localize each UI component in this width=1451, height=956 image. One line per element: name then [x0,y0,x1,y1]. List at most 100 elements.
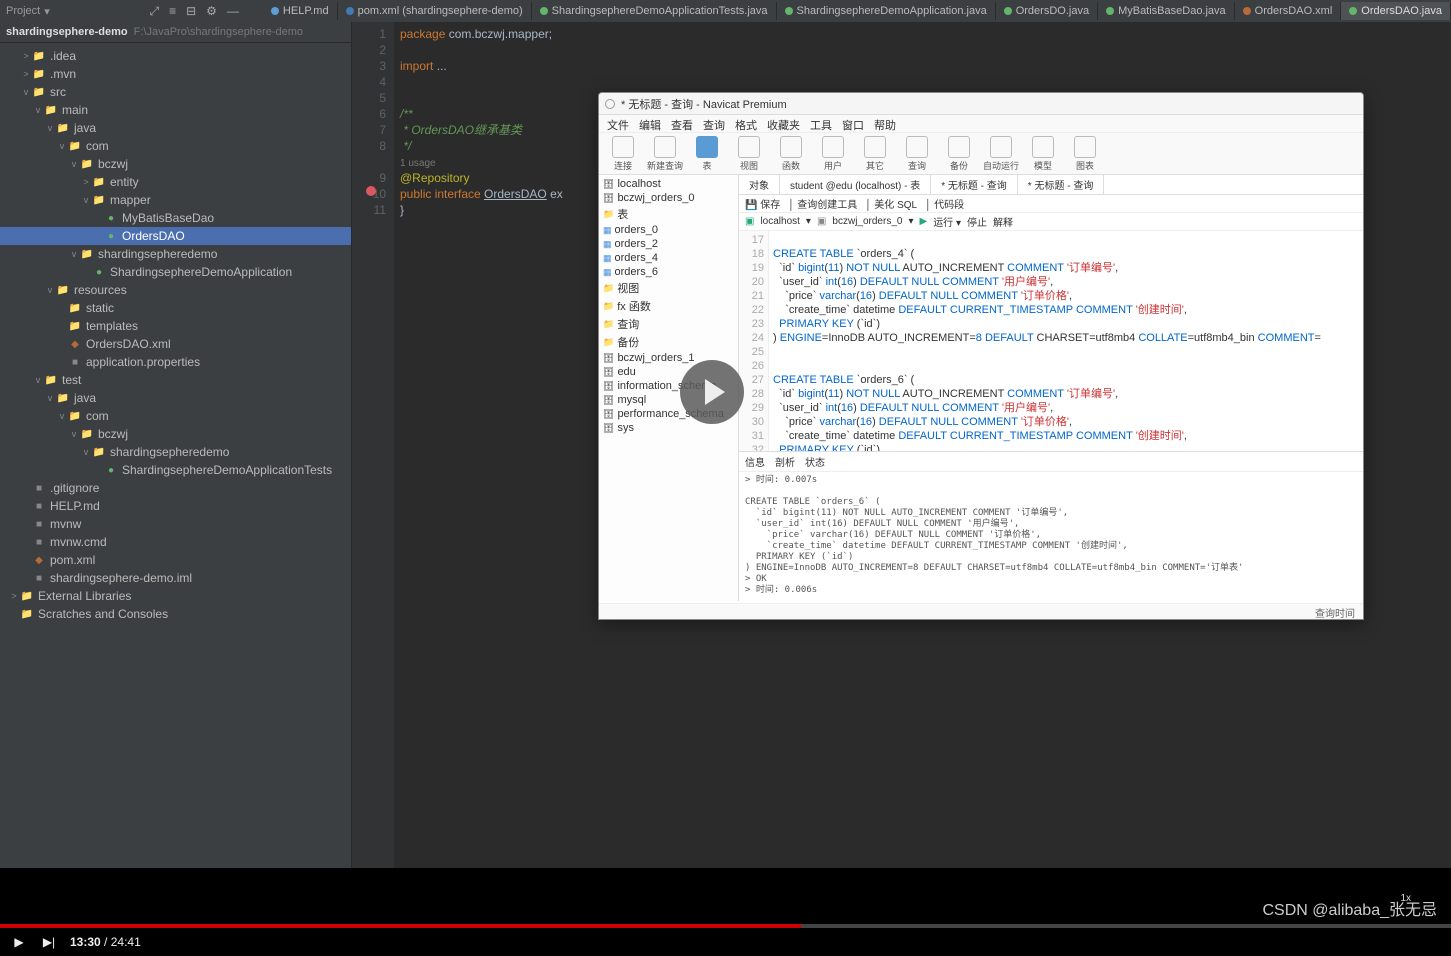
tree-item[interactable]: mvnw [0,515,351,533]
navicat-tabs[interactable]: 对象student @edu (localhost) - 表* 无标题 - 查询… [739,175,1363,195]
tree-item[interactable]: application.properties [0,353,351,371]
db-tree-item[interactable]: orders_6 [601,265,736,279]
db-tree-item[interactable]: 视图 [601,279,736,297]
tree-item[interactable]: vsrc [0,83,351,101]
db-tree-item[interactable]: orders_0 [601,223,736,237]
tree-item[interactable]: shardingsephere-demo.iml [0,569,351,587]
toolbar-button[interactable]: 图表 [1067,136,1103,172]
tree-item[interactable]: vmain [0,101,351,119]
gear-icon[interactable]: ⚙ [206,4,217,19]
editor-tab[interactable]: HELP.md [263,2,338,20]
navicat-window[interactable]: * 无标题 - 查询 - Navicat Premium 文件编辑查看查询格式收… [598,92,1364,620]
editor-tab[interactable]: pom.xml (shardingsephere-demo) [338,2,532,20]
query-tab[interactable]: * 无标题 - 查询 [1018,175,1105,194]
tree-item[interactable]: vcom [0,407,351,425]
db-tree-item[interactable]: bczwj_orders_0 [601,191,736,205]
tree-item[interactable]: vmapper [0,191,351,209]
toolbar-button[interactable]: 表 [689,136,725,172]
navicat-subtoolbar[interactable]: 💾 保存 │ 查询创建工具 │ 美化 SQL │ 代码段 [739,195,1363,213]
toolbar-button[interactable]: 备份 [941,136,977,172]
toolbar-button[interactable]: 新建查询 [647,136,683,172]
sub-toolbar-item[interactable]: │ 美化 SQL [865,196,917,211]
editor-tab[interactable]: OrdersDAO.java [1341,2,1451,20]
run-button[interactable]: 运行 ▾ [933,214,961,229]
db-tree-item[interactable]: 表 [601,205,736,223]
tree-item[interactable]: templates [0,317,351,335]
menu-item[interactable]: 收藏夹 [767,117,800,130]
db-tree-item[interactable]: 备份 [601,333,736,351]
sub-toolbar-item[interactable]: │ 代码段 [925,196,964,211]
db-tree-item[interactable]: orders_2 [601,237,736,251]
menu-item[interactable]: 编辑 [639,117,661,130]
collapse-icon[interactable]: ⊟ [186,4,196,19]
tree-item[interactable]: ShardingsephereDemoApplication [0,263,351,281]
video-controls[interactable]: ▶ ▶| 13:30 / 24:41 [0,928,1451,956]
tree-item[interactable]: vshardingsepheredemo [0,443,351,461]
menu-item[interactable]: 查看 [671,117,693,130]
tree-item[interactable]: ShardingsephereDemoApplicationTests [0,461,351,479]
sql-editor[interactable]: 171819202122232425262728293031323334 CRE… [739,231,1363,451]
toolbar-button[interactable]: 模型 [1025,136,1061,172]
db-tree-item[interactable]: orders_4 [601,251,736,265]
tree-item[interactable]: vtest [0,371,351,389]
toolbar-button[interactable]: 连接 [605,136,641,172]
tree-item[interactable]: Scratches and Consoles [0,605,351,623]
play-icon[interactable]: ▶ [10,933,28,951]
result-tab[interactable]: 剖析 [775,454,795,469]
query-tab[interactable]: 对象 [739,175,780,194]
toolbar-button[interactable]: 查询 [899,136,935,172]
navicat-menu[interactable]: 文件编辑查看查询格式收藏夹工具窗口帮助 [599,115,1363,133]
editor-tab[interactable]: ShardingsephereDemoApplicationTests.java [532,2,777,20]
db-tree-item[interactable]: fx 函数 [601,297,736,315]
editor-tab[interactable]: OrdersDO.java [996,2,1098,20]
toolbar-button[interactable]: 自动运行 [983,136,1019,172]
tree-item[interactable]: static [0,299,351,317]
play-button[interactable] [680,360,744,424]
filter-icon[interactable]: ≡ [169,4,176,19]
tree-item[interactable]: pom.xml [0,551,351,569]
tree-item[interactable]: OrdersDAO [0,227,351,245]
sub-toolbar-item[interactable]: 💾 保存 [745,196,780,211]
navicat-titlebar[interactable]: * 无标题 - 查询 - Navicat Premium [599,93,1363,115]
minimize-icon[interactable]: — [227,4,239,19]
project-root-name[interactable]: shardingsephere-demo [6,26,128,38]
toolbar-button[interactable]: 函数 [773,136,809,172]
db-tree-item[interactable]: 查询 [601,315,736,333]
tree-item[interactable]: MyBatisBaseDao [0,209,351,227]
tree-item[interactable]: vbczwj [0,155,351,173]
tree-item[interactable]: vjava [0,389,351,407]
query-tab[interactable]: * 无标题 - 查询 [931,175,1018,194]
tree-item[interactable]: vbczwj [0,425,351,443]
toolbar-button[interactable]: 其它 [857,136,893,172]
tree-item[interactable]: >.mvn [0,65,351,83]
tree-item[interactable]: mvnw.cmd [0,533,351,551]
navicat-run-bar[interactable]: ▣localhost ▾ ▣bczwj_orders_0 ▾ ▶运行 ▾ 停止 … [739,213,1363,231]
tree-item[interactable]: .gitignore [0,479,351,497]
toolbar-button[interactable]: 用户 [815,136,851,172]
tree-item[interactable]: >External Libraries [0,587,351,605]
project-label[interactable]: Project [6,5,40,17]
tree-item[interactable]: vjava [0,119,351,137]
query-tab[interactable]: student @edu (localhost) - 表 [780,175,931,194]
db-tree-item[interactable]: localhost [601,177,736,191]
tree-item[interactable]: >.idea [0,47,351,65]
expand-icon[interactable]: ⤢ [149,4,159,19]
editor-tab[interactable]: MyBatisBaseDao.java [1098,2,1235,20]
editor-tab[interactable]: OrdersDAO.xml [1235,2,1342,20]
menu-item[interactable]: 工具 [810,117,832,130]
result-tab[interactable]: 状态 [805,454,825,469]
tree-item[interactable]: vresources [0,281,351,299]
stop-button[interactable]: 停止 [967,214,987,229]
tree-item[interactable]: >entity [0,173,351,191]
sub-toolbar-item[interactable]: │ 查询创建工具 [788,196,857,211]
menu-item[interactable]: 帮助 [874,117,896,130]
tree-item[interactable]: HELP.md [0,497,351,515]
menu-item[interactable]: 格式 [735,117,757,130]
navicat-toolbar[interactable]: 连接新建查询表视图函数用户其它查询备份自动运行模型图表 [599,133,1363,175]
explain-button[interactable]: 解释 [993,214,1013,229]
menu-item[interactable]: 文件 [607,117,629,130]
next-icon[interactable]: ▶| [40,933,58,951]
result-tab[interactable]: 信息 [745,454,765,469]
menu-item[interactable]: 窗口 [842,117,864,130]
toolbar-button[interactable]: 视图 [731,136,767,172]
